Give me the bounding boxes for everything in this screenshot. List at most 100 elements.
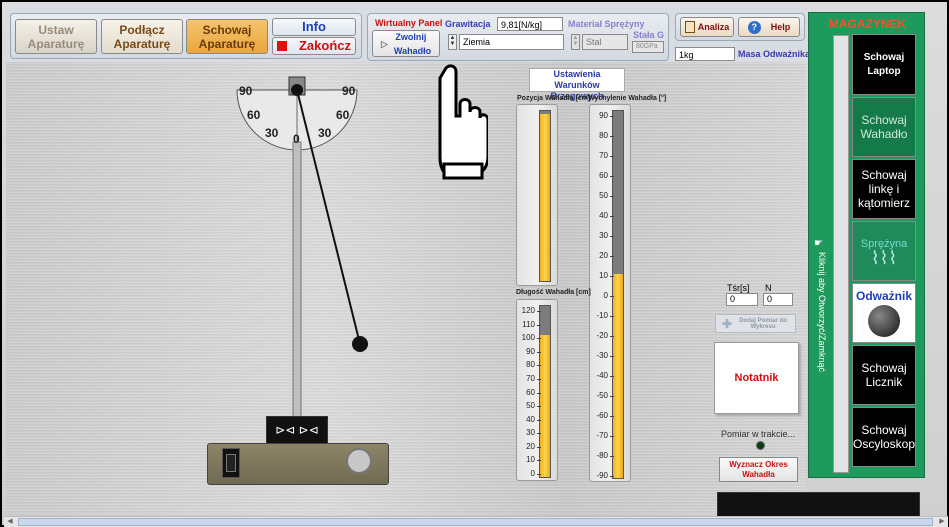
- info-button[interactable]: Info: [272, 18, 356, 36]
- deflection-tick-label: 90: [599, 111, 608, 120]
- measurement-status: Pomiar w trakcie...: [721, 429, 796, 439]
- gravity-select[interactable]: Ziemia: [459, 34, 564, 50]
- deflection-tick: [610, 396, 614, 397]
- laptop-edge: [717, 492, 920, 518]
- deflection-tick: [610, 156, 614, 157]
- help-label: Help: [770, 22, 791, 32]
- magazine-item-counter[interactable]: Schowaj Licznik: [852, 345, 916, 405]
- magazine-item-label: Schowaj Oscyloskop: [853, 423, 916, 451]
- deflection-tick: [610, 416, 614, 417]
- power-switch[interactable]: [222, 448, 240, 478]
- protractor-label: 0: [293, 132, 300, 146]
- length-tick: [537, 419, 541, 421]
- stala-g-field[interactable]: 80GPa: [632, 41, 664, 53]
- clipboard-icon: [684, 21, 695, 33]
- magazine-item-oscilloscope[interactable]: Schowaj Oscyloskop: [852, 407, 916, 467]
- spring-material-spinner[interactable]: ▲ ▼: [571, 34, 580, 50]
- scroll-right-arrow[interactable]: ▶: [936, 517, 948, 527]
- magazine-item-label: Odważnik: [855, 289, 912, 303]
- horizontal-scrollbar[interactable]: ◀ ▶: [4, 516, 948, 527]
- deflection-tick: [610, 436, 614, 437]
- schowaj-aparature-button[interactable]: Schowaj Aparaturę: [186, 19, 268, 54]
- magazine-item-spring[interactable]: Sprężyna ⌇⌇⌇: [852, 221, 916, 281]
- gravity-value-field[interactable]: 9,81[N/kg]: [497, 17, 563, 31]
- period-label: Wyznacz Okres Wahadła: [729, 459, 788, 479]
- deflection-tube: [612, 110, 624, 479]
- length-tick-label: 10: [526, 455, 535, 465]
- length-tick: [537, 474, 541, 475]
- length-tick: [537, 392, 541, 394]
- workspace: [6, 62, 806, 517]
- notepad-button[interactable]: Notatnik: [714, 342, 799, 414]
- length-tick-label: 40: [526, 414, 535, 424]
- deflection-tick-label: -10: [596, 311, 608, 320]
- position-gauge-label: Pozycja Wahadła [cm]: [517, 95, 591, 102]
- scroll-thumb[interactable]: [18, 518, 933, 526]
- schowaj-label: Schowaj Aparaturę: [198, 22, 256, 51]
- magazine-title: MAGAZYNEK: [828, 17, 907, 31]
- help-button[interactable]: ? Help: [738, 17, 800, 37]
- gravity-label: Grawitacja: [445, 19, 491, 29]
- photogate[interactable]: ⊳⊲ ⊳⊲: [266, 416, 328, 444]
- deflection-tick: [610, 196, 614, 197]
- deflection-tick-label: 40: [599, 211, 608, 220]
- tsr-field: 0: [726, 293, 758, 306]
- length-tick: [537, 351, 541, 353]
- bnc-connector[interactable]: [346, 448, 372, 474]
- app-window: Ustaw Aparaturę Podłącz Aparaturę Schowa…: [0, 0, 949, 527]
- spring-material-select[interactable]: Stal: [582, 34, 628, 50]
- magazine-item-string[interactable]: Schowaj linkę i kątomierz: [852, 159, 916, 219]
- hand-pointer-icon: [438, 64, 490, 182]
- magazine-item-label: Schowaj Licznik: [861, 361, 907, 389]
- weight-ball-icon: [868, 305, 900, 337]
- protractor-label: 60: [247, 108, 261, 122]
- length-tick-label: 110: [522, 319, 535, 329]
- length-tick-label: 50: [526, 401, 535, 411]
- period-button[interactable]: Wyznacz Okres Wahadła: [719, 457, 798, 482]
- toggle-handle-icon[interactable]: ☛: [814, 238, 823, 249]
- ustaw-aparature-button[interactable]: Ustaw Aparaturę: [15, 19, 97, 54]
- status-led: [756, 441, 765, 450]
- length-tick: [537, 365, 541, 367]
- length-tick: [537, 338, 541, 340]
- add-measurement-button[interactable]: ✚ Dodaj Pomiar do Wykresu: [715, 314, 796, 333]
- deflection-tick-label: -60: [596, 411, 608, 420]
- magazine-toggle[interactable]: Kliknij aby Otworzyć/Zamknąć: [811, 242, 827, 382]
- notepad-label: Notatnik: [734, 372, 779, 384]
- position-gauge[interactable]: [516, 104, 558, 286]
- length-tick-label: 120: [521, 306, 535, 315]
- deflection-tick: [610, 116, 614, 117]
- deflection-tick-label: -50: [596, 391, 608, 400]
- podlacz-aparature-button[interactable]: Podłącz Aparaturę: [101, 19, 183, 54]
- deflection-tick: [610, 336, 614, 337]
- deflection-tick-label: -40: [596, 371, 608, 380]
- magazine-item-weight[interactable]: Odważnik: [852, 283, 916, 343]
- n-label: N: [765, 283, 772, 293]
- length-tick-label: 60: [526, 387, 535, 397]
- magazine-item-laptop[interactable]: Schowaj Laptop: [852, 34, 916, 95]
- magazine-rail: [833, 35, 849, 473]
- scroll-left-arrow[interactable]: ◀: [4, 517, 16, 527]
- deflection-tick: [610, 276, 614, 277]
- deflection-tick: [610, 456, 614, 457]
- deflection-tick-label: 10: [599, 271, 608, 280]
- deflection-tick-label: 20: [599, 251, 608, 260]
- spring-icon: ⌇⌇⌇: [870, 248, 898, 268]
- deflection-tick-label: 0: [603, 291, 608, 300]
- mass-field[interactable]: 1kg: [675, 47, 735, 61]
- power-switch-indicator: [226, 454, 236, 472]
- zakoncz-button[interactable]: Zakończ: [272, 37, 356, 55]
- virtual-panel-title: Wirtualny Panel: [375, 18, 443, 28]
- protractor-label: 30: [318, 126, 332, 140]
- length-tick: [537, 378, 541, 380]
- zwolnij-label: Zwolnij Wahadło: [393, 31, 432, 56]
- zwolnij-wahadlo-button[interactable]: ▷ Zwolnij Wahadło: [372, 30, 440, 57]
- magazine-item-pendulum[interactable]: Schowaj Wahadło: [852, 97, 916, 157]
- length-tick: [537, 406, 541, 408]
- gravity-spinner[interactable]: ▲ ▼: [448, 34, 457, 50]
- analiza-button[interactable]: Analiza: [680, 17, 734, 37]
- zakoncz-label: Zakończ: [298, 38, 351, 53]
- length-tube: [539, 305, 551, 478]
- deflection-tick-label: 60: [599, 171, 608, 180]
- length-tick: [537, 324, 541, 326]
